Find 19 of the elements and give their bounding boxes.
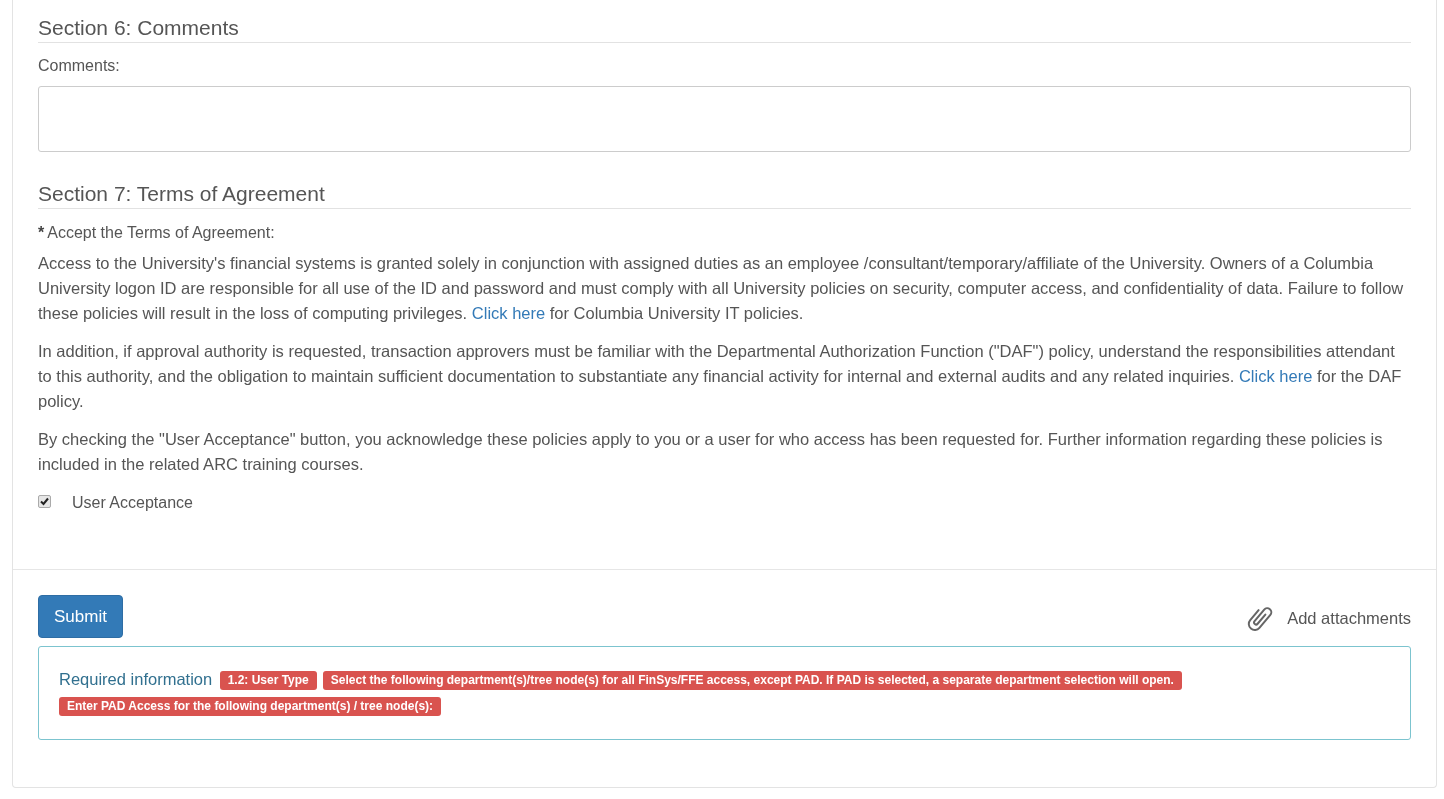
required-asterisk: * [38, 223, 45, 243]
terms-paragraph: By checking the "User Acceptance" button, you acknowledge these policies apply to you or a user for who access has been requested for. Further information regarding these policies is included in the related ARC training courses. [38, 429, 1384, 475]
acceptance-checkbox[interactable] [38, 494, 51, 508]
error-label: Enter PAD Access for the following department(s) / tree node(s): [59, 697, 442, 716]
submit-button[interactable]: Submit [38, 595, 123, 638]
field-label: Comments: [38, 56, 120, 76]
error-label: 1.2: User Type [219, 671, 317, 690]
checkbox-label: User Acceptance [72, 493, 193, 513]
comments-field[interactable] [38, 86, 1411, 152]
required-info-title: Required information [59, 670, 213, 688]
field-label: Accept the Terms of Agreement: [47, 223, 275, 243]
attachments-link[interactable]: Add attachments [1287, 609, 1411, 628]
section-heading: Section 7: Terms of Agreement [38, 181, 325, 206]
terms-paragraph: In addition, if approval authority is requested, transaction approvers must be familiar with the Departmental Authorization Function ("DAF") policy, understand the responsibilities attendant to this authority, and the obligation to maintain sufficient documentation to substantiate any financial activity for internal and external audits and any related inquiries. Click here for the DAF policy. [38, 341, 1403, 412]
terms-paragraph: Access to the University's financial systems is granted solely in conjunction with assigned duties as an employee /consultant/temporary/affiliate of the University. Owners of a Columbia University logon ID are responsible for all use of the ID and password and must comply with all University policies on security, computer access, and confidentiality of data. Failure to follow these policies will result in the loss of computing privileges. Click here for Columbia University IT policies. [38, 253, 1405, 324]
section-heading: Section 6: Comments [38, 15, 239, 40]
policy-link[interactable]: Click here [471, 304, 546, 322]
policy-link[interactable]: Click here [1238, 367, 1313, 385]
error-label: Select the following department(s)/tree node(s) for all FinSys/FFE access, except PAD. If PAD is selected, a separate department selection will open. [322, 671, 1182, 690]
